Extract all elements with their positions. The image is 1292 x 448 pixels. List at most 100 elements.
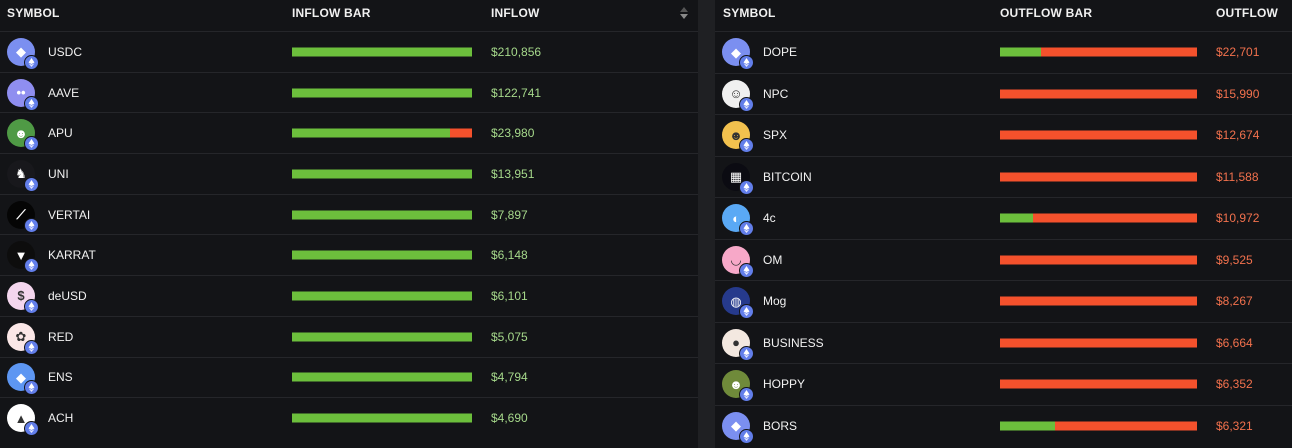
ethereum-chain-icon xyxy=(24,298,39,314)
token-symbol[interactable]: APU xyxy=(48,126,73,140)
table-row[interactable]: ♞ UNI $13,951 xyxy=(0,153,698,194)
flow-bar xyxy=(292,372,472,382)
ethereum-chain-icon xyxy=(24,95,39,111)
token-symbol[interactable]: BUSINESS xyxy=(763,336,824,350)
inflow-bar-column-header[interactable]: INFLOW BAR xyxy=(292,0,371,27)
token-logo-glyph: ✿ xyxy=(15,329,27,345)
inflow-column-header[interactable]: INFLOW xyxy=(491,0,540,27)
table-row[interactable]: ◆ USDC $210,856 xyxy=(0,31,698,72)
token-symbol[interactable]: USDC xyxy=(48,45,82,59)
token-symbol[interactable]: ACH xyxy=(48,411,73,425)
inflow-segment xyxy=(292,250,472,260)
usdc-token-icon: ◆ xyxy=(7,37,39,70)
symbol-column-header[interactable]: SYMBOL xyxy=(723,0,776,27)
table-row[interactable]: ◍ Mog $8,267 xyxy=(715,280,1292,322)
token-symbol[interactable]: HOPPY xyxy=(763,377,805,391)
table-row[interactable]: ☺ NPC $15,990 xyxy=(715,72,1292,115)
business-token-icon: ● xyxy=(722,328,754,361)
hoppy-token-icon: ☻ xyxy=(722,370,754,403)
flow-bar xyxy=(1000,89,1197,99)
symbol-column-header[interactable]: SYMBOL xyxy=(7,0,60,27)
table-row[interactable]: ◆ BORS $6,321 xyxy=(715,404,1292,447)
table-row[interactable]: ✿ RED $5,075 xyxy=(0,315,698,357)
vertai-token-icon: ⟋ xyxy=(7,200,39,233)
flow-value: $6,148 xyxy=(491,248,528,263)
flow-value: $6,352 xyxy=(1216,377,1253,392)
table-row[interactable]: ⟋ VERTAI $7,897 xyxy=(0,193,698,235)
flow-bar xyxy=(1000,421,1197,431)
outflow-segment xyxy=(1055,421,1197,431)
token-logo-glyph: ◡ xyxy=(731,252,741,268)
om-token-icon: ◡ xyxy=(722,245,754,278)
table-row[interactable]: ☻ APU $23,980 xyxy=(0,112,698,153)
token-symbol[interactable]: KARRAT xyxy=(48,248,96,262)
table-row[interactable]: ◆ DOPE $22,701 xyxy=(715,31,1292,73)
token-symbol[interactable]: ENS xyxy=(48,370,73,384)
4c-token-icon: ◐ xyxy=(722,204,754,237)
token-symbol[interactable]: NPC xyxy=(763,87,788,101)
sort-ascending-icon xyxy=(680,7,688,12)
token-symbol[interactable]: SPX xyxy=(763,128,787,142)
table-row[interactable]: ☻ SPX $12,674 xyxy=(715,114,1292,156)
flow-bar xyxy=(292,291,472,301)
outflow-segment xyxy=(1000,172,1197,182)
token-logo-glyph: ◆ xyxy=(16,44,26,60)
token-logo-glyph: ⟋ xyxy=(16,207,26,223)
dope-token-icon: ◆ xyxy=(722,38,754,71)
outflow-column-header[interactable]: OUTFLOW xyxy=(1216,0,1278,27)
ethereum-chain-icon xyxy=(739,96,754,112)
flow-value: $8,267 xyxy=(1216,294,1253,309)
flow-bar xyxy=(1000,130,1197,140)
token-symbol[interactable]: AAVE xyxy=(48,86,79,100)
flow-value: $5,075 xyxy=(491,329,528,344)
outflow-segment xyxy=(1000,338,1197,348)
table-row[interactable]: ▲ ACH $4,690 xyxy=(0,397,698,438)
flow-value: $13,951 xyxy=(491,166,535,181)
token-symbol[interactable]: DOPE xyxy=(763,45,797,59)
sort-toggle-icon[interactable] xyxy=(680,7,688,21)
flow-bar xyxy=(1000,379,1197,389)
flow-value: $6,664 xyxy=(1216,335,1253,350)
table-row[interactable]: ☻ HOPPY $6,352 xyxy=(715,363,1292,405)
token-symbol[interactable]: VERTAI xyxy=(48,208,90,222)
token-symbol[interactable]: UNI xyxy=(48,167,69,181)
token-symbol[interactable]: 4c xyxy=(763,211,776,225)
outflow-table-body: ◆ DOPE $22,701 ☺ NPC $15,990 ☻ SPX $12,674 ▦ BITCO… xyxy=(715,31,1292,446)
flows-dashboard: SYMBOL INFLOW BAR INFLOW ◆ USDC $210,856 ••… xyxy=(0,0,1292,448)
table-row[interactable]: ▦ BITCOIN $11,588 xyxy=(715,155,1292,198)
spx-token-icon: ☻ xyxy=(722,121,754,154)
outflow-bar-column-header[interactable]: OUTFLOW BAR xyxy=(1000,0,1092,27)
table-row[interactable]: ● BUSINESS $6,664 xyxy=(715,321,1292,364)
table-row[interactable]: $ deUSD $6,101 xyxy=(0,275,698,316)
token-symbol[interactable]: BITCOIN xyxy=(763,170,812,184)
ens-token-icon: ◆ xyxy=(7,363,39,396)
inflow-segment xyxy=(292,210,472,220)
ethereum-chain-icon xyxy=(24,54,39,70)
flow-bar xyxy=(1000,213,1197,223)
table-row[interactable]: ◡ OM $9,525 xyxy=(715,238,1292,281)
uni-token-icon: ♞ xyxy=(7,159,39,192)
ethereum-chain-icon xyxy=(24,421,39,437)
table-row[interactable]: ▼ KARRAT $6,148 xyxy=(0,234,698,275)
inflow-segment xyxy=(292,413,472,423)
ethereum-chain-icon xyxy=(739,138,754,154)
token-symbol[interactable]: BORS xyxy=(763,419,797,433)
token-symbol[interactable]: OM xyxy=(763,253,782,267)
inflow-segment xyxy=(292,128,451,138)
token-logo-glyph: ● xyxy=(732,335,740,351)
karrat-token-icon: ▼ xyxy=(7,241,39,274)
token-symbol[interactable]: deUSD xyxy=(48,289,87,303)
token-symbol[interactable]: RED xyxy=(48,330,73,344)
outflow-segment xyxy=(1041,47,1197,57)
ethereum-chain-icon xyxy=(739,262,754,278)
ethereum-chain-icon xyxy=(24,339,39,355)
flow-bar xyxy=(292,250,472,260)
ethereum-chain-icon xyxy=(24,380,39,396)
table-row[interactable]: ◐ 4c $10,972 xyxy=(715,197,1292,239)
token-logo-glyph: ◐ xyxy=(732,210,740,226)
token-symbol[interactable]: Mog xyxy=(763,294,786,308)
table-row[interactable]: ◆ ENS $4,794 xyxy=(0,356,698,398)
token-logo-glyph: ◆ xyxy=(731,418,741,434)
table-row[interactable]: •• AAVE $122,741 xyxy=(0,71,698,113)
ethereum-chain-icon xyxy=(739,345,754,361)
